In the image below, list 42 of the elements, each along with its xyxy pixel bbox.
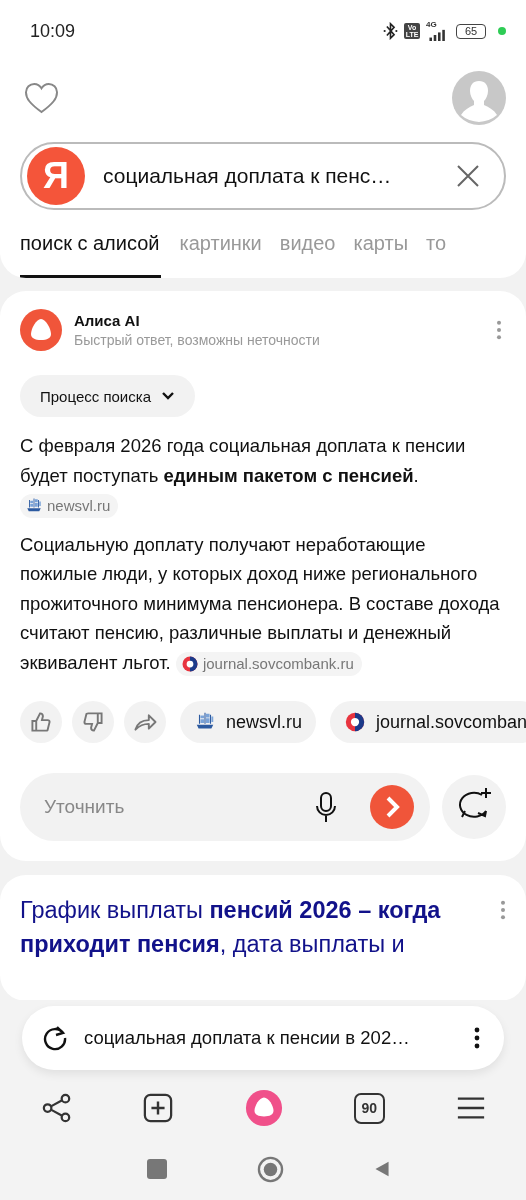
query-text: социальная доплата к пенсии в 202… [84,1027,411,1049]
status-time: 10:09 [30,20,76,42]
thumbs-down-icon[interactable] [72,701,114,743]
send-button[interactable] [370,785,414,829]
more-icon[interactable] [474,1026,480,1050]
answer-paragraph: С февраля 2026 года социальная доплата к пенсии будет поступать единым пакетом с пенсией. newsvl.ru [20,431,506,520]
search-field[interactable]: Я социальная доплата к пенс… [20,142,506,210]
search-tab[interactable]: поиск с алисой [20,230,162,278]
logo-icon [180,654,199,673]
source-link[interactable]: journal.sovcombank.ru [175,651,362,676]
microphone-icon[interactable] [314,791,338,823]
answer-subtitle: Быстрый ответ, возможны неточности [74,332,321,348]
close-icon[interactable] [456,164,480,188]
tabs-count[interactable]: 90 [353,1092,385,1124]
recents-button[interactable] [146,1159,167,1179]
answer-paragraph: Социальную доплату получают неработающие пожилые люди, у которых доход ниже регионального прожиточного минимума пенсионера. В составе дохода считают пенсию, различные выплаты и денежный эквивалент льгот. journal.sovcombank.ru [20,529,506,677]
new-tab-icon[interactable] [143,1093,174,1123]
back-button[interactable] [373,1160,390,1178]
source-chip[interactable]: journal.sovcomban [330,701,526,743]
reload-icon[interactable] [42,1025,68,1051]
share-icon[interactable] [42,1093,72,1123]
source-link[interactable]: newsvl.ru [20,494,119,519]
heart-icon[interactable] [24,81,59,115]
chevron-down-icon [161,391,175,401]
logo-icon [344,711,367,733]
search-logo: Я [27,147,85,205]
status-dot [498,27,506,35]
alice-icon[interactable] [244,1089,283,1127]
alice-logo-icon [20,309,62,351]
new-chat-icon[interactable] [442,775,506,839]
result-title[interactable]: График выплаты пенсий 2026 – когда приходит пенсия, дата выплаты и [20,893,494,961]
search-process-button[interactable]: Процесс поиска [20,375,195,417]
network-label: 4G [426,21,437,29]
search-query[interactable]: социальная доплата к пенс… [103,164,456,188]
query-bar[interactable]: социальная доплата к пенсии в 202… [22,1006,504,1070]
thumbs-up-icon[interactable] [20,701,62,743]
battery-indicator: 65 [456,23,486,39]
bluetooth-icon [383,22,398,40]
answer-title: Алиса AI [74,312,141,329]
refine-field[interactable]: Уточнить [42,795,314,819]
home-button[interactable] [256,1155,284,1183]
source-chip[interactable]: newsvl.ru [180,701,317,743]
